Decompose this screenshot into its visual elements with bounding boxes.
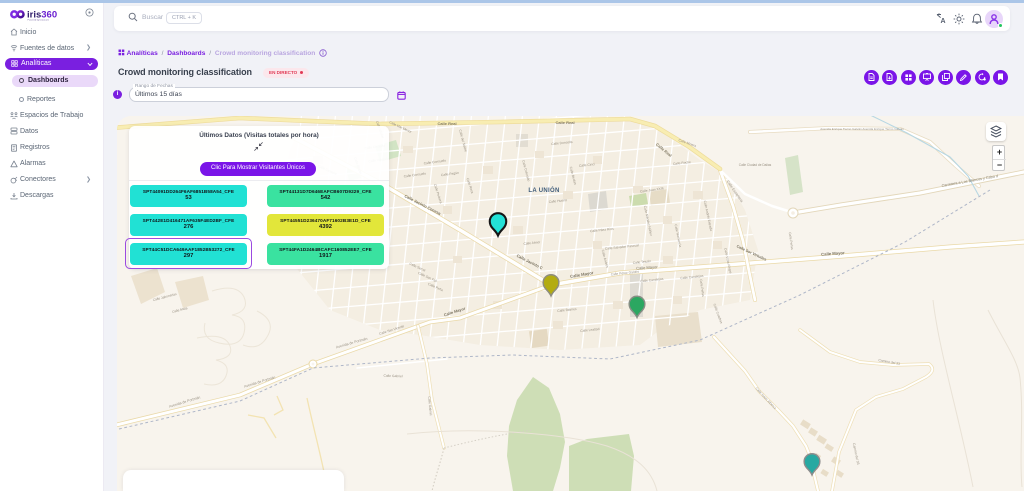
svg-text:LA UNIÓN: LA UNIÓN (528, 186, 559, 194)
svg-text:Avenida Enrique Tierno Galván: Avenida Enrique Tierno Galván Avenida En… (820, 127, 904, 131)
svg-text:A: A (941, 18, 946, 24)
svg-text:Calle Real: Calle Real (555, 120, 574, 125)
svg-text:Calle Ciudad de Dalias: Calle Ciudad de Dalias (739, 163, 772, 167)
svg-text:Calle Real: Calle Real (437, 121, 456, 126)
svg-text:Powered by DataCom: Powered by DataCom (28, 19, 50, 22)
svg-text:Calle Gabriel: Calle Gabriel (383, 374, 402, 379)
